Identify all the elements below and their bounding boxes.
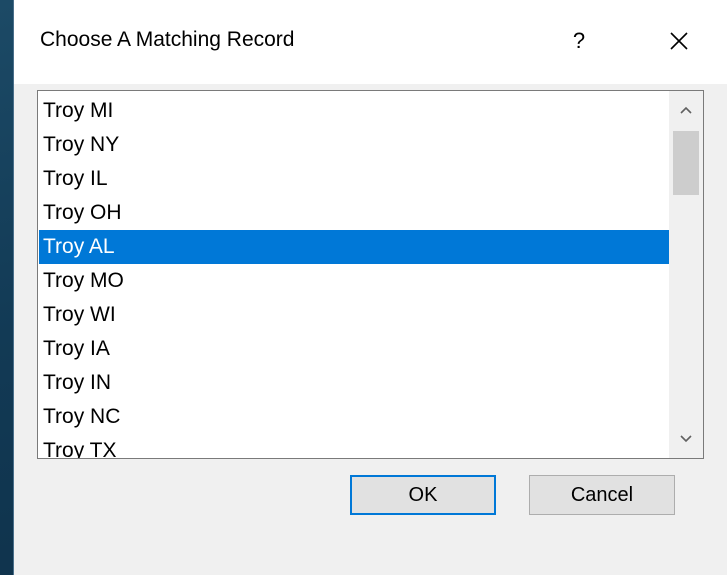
record-list: Troy MI Troy NY Troy IL Troy OH Troy AL … [39,94,671,458]
list-item[interactable]: Troy IA [39,332,671,366]
scroll-up-button[interactable] [669,95,703,125]
list-item[interactable]: Troy WI [39,298,671,332]
list-item-selected[interactable]: Troy AL [39,230,671,264]
list-item[interactable]: Troy IL [39,162,671,196]
title-bar: Choose A Matching Record ? [14,0,727,84]
chevron-down-icon [680,435,692,443]
list-item[interactable]: Troy NC [39,400,671,434]
list-item[interactable]: Troy MI [39,94,671,128]
close-icon [670,32,688,50]
cancel-button[interactable]: Cancel [529,475,675,515]
scroll-down-button[interactable] [669,424,703,454]
list-item[interactable]: Troy IN [39,366,671,400]
list-item[interactable]: Troy OH [39,196,671,230]
vertical-scrollbar[interactable] [669,91,703,458]
choose-record-dialog: Choose A Matching Record ? Troy MI Troy … [13,0,727,575]
dialog-title: Choose A Matching Record [40,28,295,51]
close-button[interactable] [654,18,704,64]
scroll-thumb[interactable] [673,131,699,195]
help-button[interactable]: ? [554,18,604,64]
record-listbox[interactable]: Troy MI Troy NY Troy IL Troy OH Troy AL … [37,90,704,459]
ok-button[interactable]: OK [350,475,496,515]
list-item[interactable]: Troy MO [39,264,671,298]
chevron-up-icon [680,106,692,114]
list-item[interactable]: Troy TX [39,434,671,458]
list-item[interactable]: Troy NY [39,128,671,162]
